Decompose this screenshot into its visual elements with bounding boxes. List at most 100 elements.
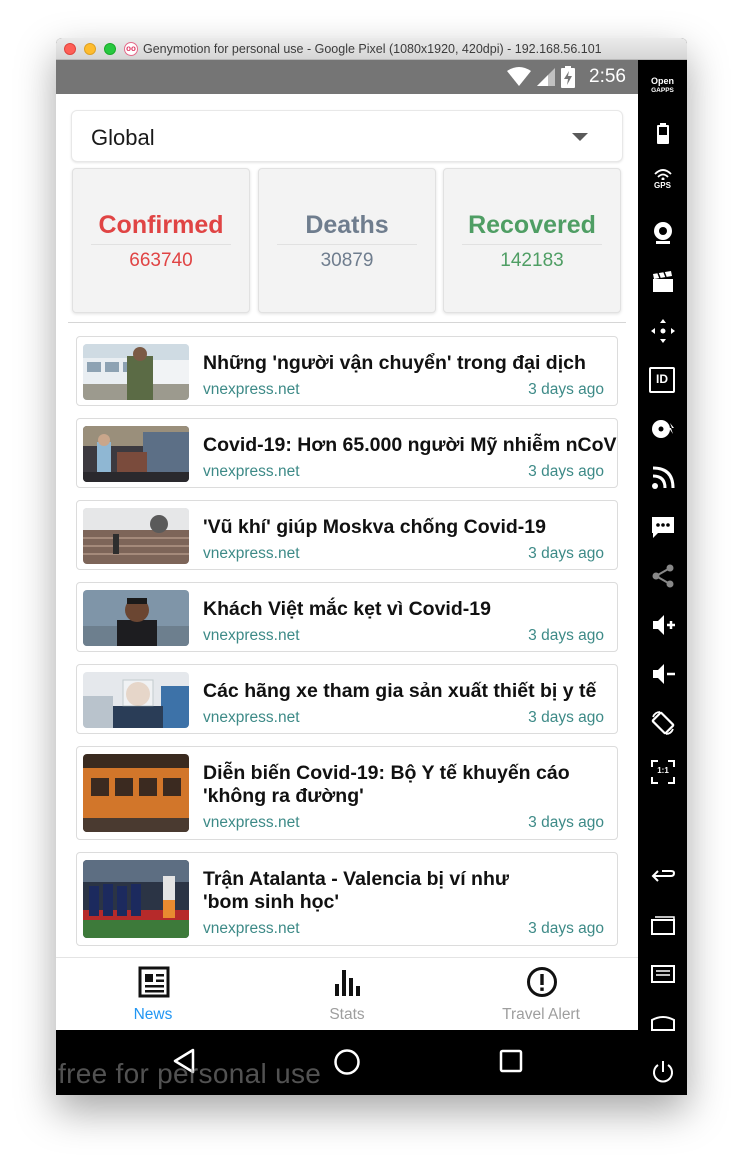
news-time: 3 days ago — [528, 709, 604, 726]
news-thumbnail — [83, 508, 189, 564]
news-item[interactable]: Trận Atalanta - Valencia bị ví như 'bom … — [76, 852, 618, 946]
nav-stats-label: Stats — [329, 1006, 365, 1023]
news-source: vnexpress.net — [203, 709, 300, 726]
news-thumbnail — [83, 426, 189, 482]
open-gapps-line2: GAPPS — [651, 87, 674, 94]
news-title: Trận Atalanta - Valencia bị ví như 'bom … — [203, 868, 607, 914]
watermark: free for personal use — [58, 1058, 322, 1089]
recovered-card[interactable]: Recovered 142183 — [443, 168, 621, 313]
volume-up-icon[interactable] — [650, 612, 676, 638]
news-item[interactable]: Những 'người vận chuyển' trong đại dịch … — [76, 336, 618, 406]
news-title: Các hãng xe tham gia sản xuất thiết bị y… — [203, 680, 597, 702]
news-item[interactable]: Các hãng xe tham gia sản xuất thiết bị y… — [76, 664, 618, 734]
card-divider — [462, 244, 602, 245]
gps-icon[interactable]: GPS — [638, 168, 687, 194]
news-time: 3 days ago — [528, 920, 604, 937]
alert-circle-icon — [527, 967, 557, 997]
disk-io-icon[interactable] — [650, 416, 676, 442]
webcam-icon[interactable] — [650, 220, 676, 246]
region-dropdown[interactable]: Global — [71, 110, 623, 162]
bar-chart-icon — [335, 970, 360, 996]
recovered-label: Recovered — [468, 211, 596, 239]
screencast-icon[interactable] — [650, 269, 676, 295]
window-title: Genymotion for personal use - Google Pix… — [143, 42, 602, 56]
news-time: 3 days ago — [528, 463, 604, 480]
open-gapps-line1: Open — [650, 76, 674, 86]
nav-travel-alert-label: Travel Alert — [502, 1006, 580, 1023]
minimize-window-button[interactable] — [84, 43, 96, 55]
news-title: Diễn biến Covid-19: Bộ Y tế khuyến cáo '… — [203, 762, 607, 808]
genymotion-sidebar: Open GAPPS GPS ID 1:1 — [638, 60, 687, 1095]
nav-stats-tab[interactable]: Stats — [250, 958, 444, 1031]
pixel-perfect-icon[interactable]: 1:1 — [650, 759, 676, 785]
news-time: 3 days ago — [528, 545, 604, 562]
news-item[interactable]: Covid-19: Hơn 65.000 người Mỹ nhiễm nCoV… — [76, 418, 618, 488]
deaths-label: Deaths — [305, 211, 389, 239]
volume-down-icon[interactable] — [650, 661, 676, 687]
news-time: 3 days ago — [528, 381, 604, 398]
android-screen: 2:56 Global Confirmed 663740 Deaths 3087… — [56, 60, 638, 1095]
news-item[interactable]: 'Vũ khí' giúp Moskva chống Covid-19 vnex… — [76, 500, 618, 570]
news-title-line: 'không ra đường' — [203, 785, 364, 807]
confirmed-value: 663740 — [129, 250, 193, 271]
news-thumbnail — [83, 590, 189, 646]
home-circle-icon[interactable] — [333, 1048, 361, 1076]
news-title: Những 'người vận chuyển' trong đại dịch — [203, 352, 586, 374]
card-divider — [91, 244, 231, 245]
genymotion-logo-icon: oo — [124, 42, 138, 56]
recents-square-icon[interactable] — [499, 1049, 523, 1073]
menu-icon[interactable] — [650, 961, 676, 987]
cell-signal-icon — [537, 68, 556, 86]
maximize-window-button[interactable] — [104, 43, 116, 55]
news-thumbnail — [83, 344, 189, 400]
news-title: Khách Việt mắc kẹt vì Covid-19 — [203, 598, 491, 620]
home-icon[interactable] — [650, 1010, 676, 1036]
recovered-value: 142183 — [500, 250, 564, 271]
news-source: vnexpress.net — [203, 627, 300, 644]
dropdown-arrow-icon — [572, 133, 588, 141]
nav-news-tab[interactable]: News — [56, 958, 250, 1031]
deaths-value: 30879 — [320, 250, 374, 271]
news-source: vnexpress.net — [203, 545, 300, 562]
news-title-line: Diễn biến Covid-19: Bộ Y tế khuyến cáo — [203, 762, 570, 784]
news-source: vnexpress.net — [203, 463, 300, 480]
window-titlebar[interactable]: oo Genymotion for personal use - Google … — [56, 38, 687, 60]
region-value: Global — [91, 125, 155, 150]
device-id-icon[interactable]: ID — [649, 367, 675, 393]
news-thumbnail — [83, 860, 189, 938]
newspaper-icon — [138, 966, 170, 998]
section-divider — [68, 322, 626, 323]
android-status-bar: 2:56 — [56, 60, 638, 94]
remote-control-icon[interactable] — [650, 318, 676, 344]
nav-travel-alert-tab[interactable]: Travel Alert — [444, 958, 638, 1031]
network-icon[interactable] — [650, 465, 676, 491]
news-title-line: Trận Atalanta - Valencia bị ví như — [203, 868, 509, 890]
battery-charging-icon — [561, 66, 576, 88]
confirmed-card[interactable]: Confirmed 663740 — [72, 168, 250, 313]
status-clock: 2:56 — [589, 66, 626, 87]
share-icon[interactable] — [650, 563, 676, 589]
battery-icon[interactable] — [650, 121, 676, 147]
card-divider — [277, 244, 417, 245]
back-icon[interactable] — [650, 863, 676, 889]
news-item[interactable]: Khách Việt mắc kẹt vì Covid-19 vnexpress… — [76, 582, 618, 652]
power-icon[interactable] — [650, 1059, 676, 1085]
deaths-card[interactable]: Deaths 30879 — [258, 168, 436, 313]
confirmed-label: Confirmed — [98, 211, 224, 239]
news-title: Covid-19: Hơn 65.000 người Mỹ nhiễm nCoV — [203, 434, 617, 456]
close-window-button[interactable] — [64, 43, 76, 55]
news-item[interactable]: Diễn biến Covid-19: Bộ Y tế khuyến cáo '… — [76, 746, 618, 840]
open-gapps-icon[interactable]: Open GAPPS — [638, 77, 687, 95]
device-id-label: ID — [656, 372, 668, 386]
news-title: 'Vũ khí' giúp Moskva chống Covid-19 — [203, 516, 546, 538]
bottom-navigation: News Stats Travel Alert — [56, 957, 638, 1030]
phone-sms-icon[interactable] — [650, 514, 676, 540]
nav-news-label: News — [133, 1006, 173, 1023]
recent-apps-icon[interactable] — [650, 912, 676, 938]
news-list[interactable]: Những 'người vận chuyển' trong đại dịch … — [56, 328, 638, 957]
emulator-window: oo Genymotion for personal use - Google … — [56, 38, 687, 1095]
news-source: vnexpress.net — [203, 381, 300, 398]
news-time: 3 days ago — [528, 814, 604, 831]
rotate-icon[interactable] — [650, 710, 676, 736]
news-source: vnexpress.net — [203, 814, 300, 831]
